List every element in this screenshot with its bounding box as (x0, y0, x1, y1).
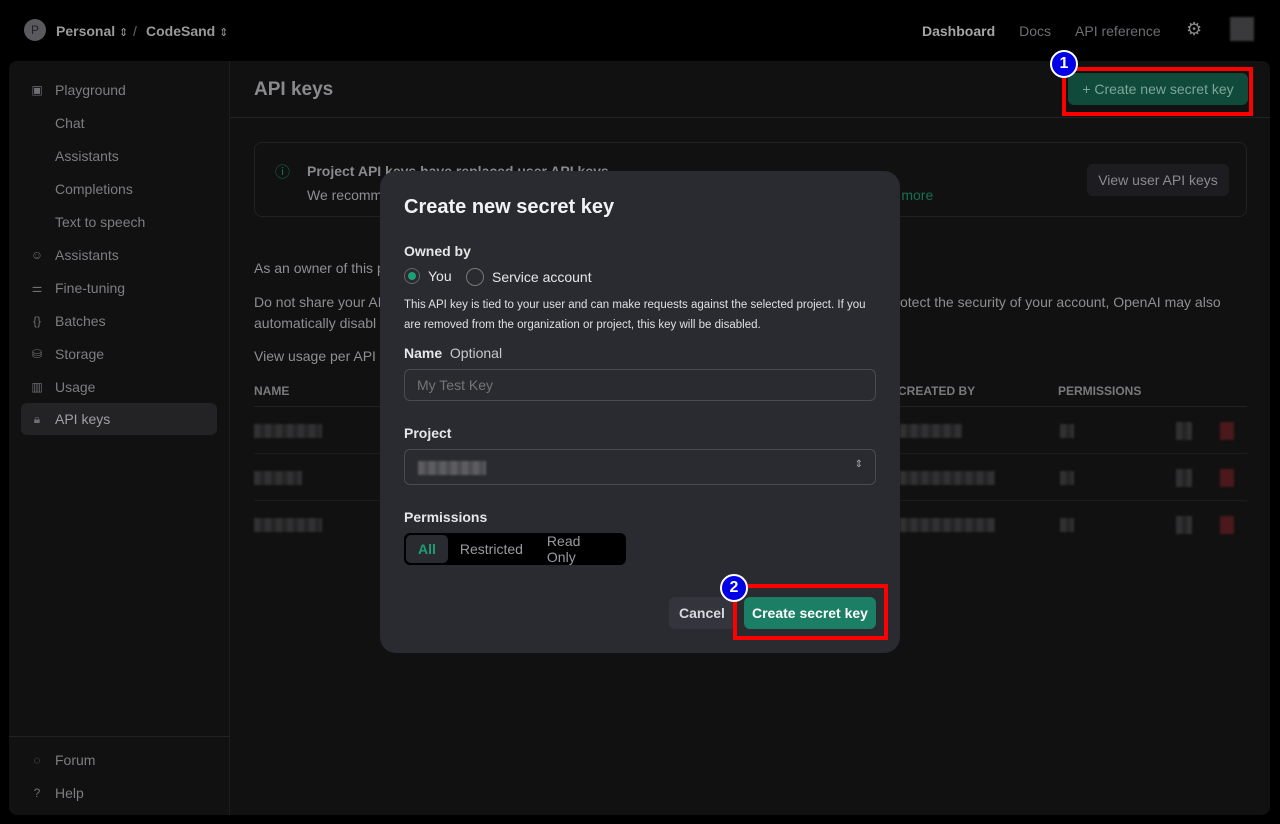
label: Batches (55, 313, 106, 329)
column-header-permissions: PERMISSIONS (1058, 384, 1142, 398)
warning-text-line2: automatically disabl (254, 315, 377, 331)
sidebar-item-usage[interactable]: ▥ Usage (21, 372, 217, 402)
radio-checked-icon (404, 268, 420, 284)
label: Storage (55, 346, 105, 362)
permissions-label: Permissions (404, 509, 488, 525)
sidebar-item-storage[interactable]: ⛁ Storage (21, 339, 217, 369)
org-avatar: P (24, 19, 46, 41)
column-header-name: NAME (254, 384, 290, 398)
sidebar-item-batches[interactable]: {} Batches (21, 306, 217, 336)
label: Assistants (55, 148, 119, 164)
sidebar: ▣ Playground Chat Assistants Completions … (9, 61, 230, 815)
label: Name (404, 345, 443, 361)
sidebar-item-assistants[interactable]: ☺ Assistants (21, 240, 217, 270)
highlight-box (733, 584, 888, 640)
radio-unchecked-icon (466, 268, 484, 286)
usage-text: View usage per API k (254, 348, 387, 364)
step-badge: 2 (720, 574, 748, 602)
label: You (428, 268, 452, 284)
project-label: Project (404, 425, 452, 441)
project-name: CodeSand (146, 23, 216, 39)
label: Chat (55, 115, 85, 131)
name-input[interactable] (404, 369, 876, 401)
user-avatar[interactable] (1230, 17, 1254, 41)
label: API keys (55, 411, 111, 427)
divider (9, 736, 229, 737)
label: Completions (55, 181, 133, 197)
owner-text: As an owner of this p (254, 260, 385, 276)
chevron-updown-icon: ⇕ (854, 459, 863, 470)
nav-dashboard[interactable]: Dashboard (922, 23, 995, 39)
sidebar-item-text-to-speech[interactable]: Text to speech (21, 207, 217, 237)
breadcrumb-separator: / (133, 23, 137, 39)
permission-all[interactable]: All (406, 535, 448, 563)
label: Assistants (55, 247, 119, 263)
org-name: Personal (56, 23, 116, 39)
project-select[interactable]: ⇕ (404, 449, 876, 485)
highlight-box (1062, 67, 1253, 116)
label: Fine-tuning (55, 280, 126, 296)
cancel-button[interactable]: Cancel (669, 597, 735, 629)
label: Text to speech (55, 214, 146, 230)
sidebar-item-api-keys[interactable]: 🔒︎ API keys (21, 403, 217, 435)
sidebar-item-forum[interactable]: ◌ Forum (21, 745, 217, 775)
org-switcher[interactable]: Personal ⇕ (56, 23, 128, 39)
help-icon: ? (33, 786, 41, 800)
sidebar-item-completions[interactable]: Completions (21, 174, 217, 204)
view-user-api-keys-button[interactable]: View user API keys (1087, 164, 1229, 196)
database-icon: ⛁ (31, 347, 43, 361)
label: Help (55, 785, 84, 801)
page-title: API keys (254, 79, 334, 100)
label: Service account (492, 269, 592, 285)
permission-read-only[interactable]: Read Only (535, 533, 624, 565)
info-icon: ⓘ (275, 164, 291, 181)
sliders-icon: ⚌ (31, 281, 43, 295)
label: Forum (55, 752, 96, 768)
owner-help-text: This API key is tied to your user and ca… (404, 299, 866, 331)
chevron-updown-icon: ⇕ (119, 27, 129, 39)
owner-radio-service-account[interactable]: Service account (466, 268, 592, 286)
nav-docs[interactable]: Docs (1019, 23, 1051, 39)
permissions-segmented-control: All Restricted Read Only (404, 533, 626, 565)
sidebar-item-playground[interactable]: ▣ Playground (21, 75, 217, 105)
permission-restricted[interactable]: Restricted (448, 535, 535, 563)
banner-text: We recomm (307, 187, 383, 203)
sidebar-item-assistants-playground[interactable]: Assistants (21, 141, 217, 171)
lock-icon: 🔒︎ (33, 411, 41, 426)
braces-icon: {} (32, 314, 41, 328)
create-key-dialog: Create new secret key Owned by You Servi… (380, 171, 900, 653)
chat-bubble-icon: ◌ (33, 753, 41, 767)
label: Usage (55, 379, 96, 395)
optional-label: Optional (449, 345, 503, 361)
warning-text: Do not share your AP (254, 294, 388, 310)
terminal-icon: ▣ (31, 83, 43, 97)
label: Playground (55, 82, 126, 98)
nav-api-reference[interactable]: API reference (1075, 23, 1161, 39)
divider (230, 117, 1270, 118)
gear-icon[interactable]: ⚙ (1186, 19, 1202, 40)
robot-icon: ☺ (30, 248, 44, 262)
sidebar-item-fine-tuning[interactable]: ⚌ Fine-tuning (21, 273, 217, 303)
bar-chart-icon: ▥ (31, 380, 43, 394)
project-switcher[interactable]: CodeSand ⇕ (146, 23, 228, 39)
column-header-created-by: CREATED BY (898, 384, 976, 398)
sidebar-item-help[interactable]: ? Help (21, 778, 217, 808)
dialog-title: Create new secret key (404, 196, 615, 218)
warning-text-cont: otect the security of your account, Open… (900, 294, 1221, 310)
step-badge: 1 (1050, 50, 1078, 78)
chevron-updown-icon: ⇕ (219, 27, 229, 39)
owner-radio-you[interactable]: You (404, 268, 452, 284)
owned-by-label: Owned by (404, 243, 471, 259)
name-label: Name Optional (404, 345, 502, 361)
sidebar-item-chat[interactable]: Chat (21, 108, 217, 138)
